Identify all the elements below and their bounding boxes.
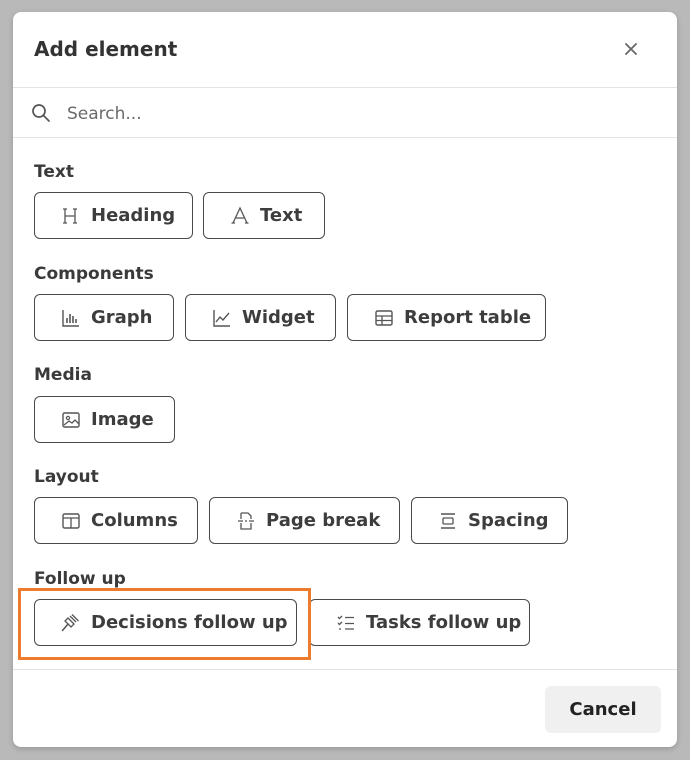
search-row	[13, 89, 677, 138]
section-label-follow-up: Follow up	[34, 569, 126, 589]
page-break-icon	[238, 511, 254, 530]
widget-label: Widget	[242, 307, 315, 328]
heading-icon	[63, 207, 77, 224]
columns-button[interactable]: Columns	[34, 497, 198, 544]
image-button[interactable]: Image	[34, 396, 175, 443]
search-input[interactable]	[65, 100, 625, 128]
tasks-follow-up-label: Tasks follow up	[366, 612, 522, 633]
heading-label: Heading	[91, 205, 176, 226]
text-button[interactable]: Text	[203, 192, 325, 239]
decisions-follow-up-button[interactable]: Decisions follow up	[34, 599, 297, 646]
columns-icon	[62, 512, 80, 529]
columns-label: Columns	[91, 510, 178, 531]
section-label-layout: Layout	[34, 467, 99, 487]
tasks-follow-up-button[interactable]: Tasks follow up	[309, 599, 530, 646]
report-table-button[interactable]: Report table	[347, 294, 546, 341]
dialog-footer: Cancel	[13, 669, 677, 747]
table-icon	[375, 309, 393, 326]
text-icon	[231, 205, 249, 224]
dialog-title: Add element	[34, 37, 178, 61]
close-icon	[625, 43, 637, 55]
section-label-components: Components	[34, 264, 154, 284]
text-label: Text	[260, 205, 303, 226]
search-icon	[32, 104, 50, 122]
image-icon	[62, 411, 80, 428]
section-label-media: Media	[34, 365, 92, 385]
report-table-label: Report table	[404, 307, 532, 328]
add-element-dialog: Add element Text Heading Text Components	[13, 12, 677, 747]
image-label: Image	[91, 409, 154, 430]
decisions-follow-up-label: Decisions follow up	[91, 612, 288, 633]
spacing-label: Spacing	[468, 510, 549, 531]
gavel-icon	[61, 613, 79, 631]
graph-label: Graph	[91, 307, 153, 328]
cancel-button[interactable]: Cancel	[545, 686, 661, 733]
line-chart-icon	[213, 309, 230, 327]
section-label-text: Text	[34, 162, 74, 182]
checklist-icon	[337, 615, 354, 630]
dialog-header: Add element	[13, 12, 677, 88]
widget-button[interactable]: Widget	[185, 294, 336, 341]
bar-chart-icon	[62, 309, 79, 327]
spacing-button[interactable]: Spacing	[411, 497, 568, 544]
page-break-button[interactable]: Page break	[209, 497, 400, 544]
graph-button[interactable]: Graph	[34, 294, 174, 341]
heading-button[interactable]: Heading	[34, 192, 193, 239]
close-button[interactable]	[621, 36, 641, 62]
spacing-icon	[441, 512, 455, 529]
page-break-label: Page break	[266, 510, 381, 531]
